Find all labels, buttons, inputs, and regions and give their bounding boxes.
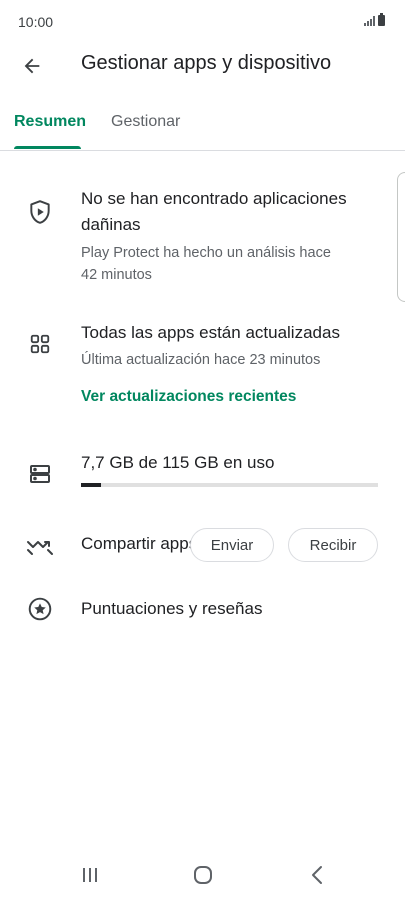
send-button[interactable]: Enviar	[190, 528, 274, 562]
tab-summary[interactable]: Resumen	[14, 113, 86, 131]
scroll-edge-handle[interactable]	[397, 172, 405, 302]
receive-button[interactable]: Recibir	[288, 528, 378, 562]
updates-subtitle: Última actualización hace 23 minutos	[81, 352, 321, 368]
tab-manage[interactable]: Gestionar	[111, 113, 180, 131]
tab-divider	[0, 150, 405, 151]
ratings-reviews-item[interactable]: Puntuaciones y reseñas	[81, 596, 262, 622]
recents-icon	[83, 868, 97, 882]
storage-label: 7,7 GB de 115 GB en uso	[81, 453, 275, 472]
play-protect-title-line2: dañinas	[81, 215, 141, 234]
play-protect-subtitle-line1: Play Protect ha hecho un análisis hace	[81, 245, 331, 261]
tab-indicator	[14, 146, 81, 149]
storage-progress-bar	[81, 483, 378, 487]
share-apps-icon	[26, 532, 54, 560]
star-circle-icon	[26, 595, 54, 623]
apps-grid-icon	[26, 330, 54, 358]
page-title: Gestionar apps y dispositivo	[81, 52, 332, 74]
recents-button[interactable]	[70, 860, 110, 890]
status-icons	[364, 13, 385, 26]
play-protect-title-line1: No se han encontrado aplicaciones	[81, 189, 347, 208]
nav-back-button[interactable]	[297, 860, 337, 890]
home-icon	[194, 866, 212, 884]
storage-icon	[26, 460, 54, 488]
home-button[interactable]	[183, 860, 223, 890]
shield-play-icon	[26, 198, 54, 226]
share-apps-label: Compartir apps	[81, 534, 193, 553]
back-button[interactable]	[14, 48, 50, 84]
signal-icon	[364, 14, 375, 26]
recent-updates-link[interactable]: Ver actualizaciones recientes	[81, 388, 296, 406]
play-protect-subtitle-line2: 42 minutos	[81, 267, 152, 283]
arrow-left-icon	[24, 58, 40, 74]
back-chevron-icon	[312, 866, 322, 884]
storage-progress-fill	[81, 483, 101, 487]
status-time: 10:00	[18, 14, 54, 30]
updates-title: Todas las apps están actualizadas	[81, 323, 340, 342]
battery-icon	[378, 13, 385, 26]
